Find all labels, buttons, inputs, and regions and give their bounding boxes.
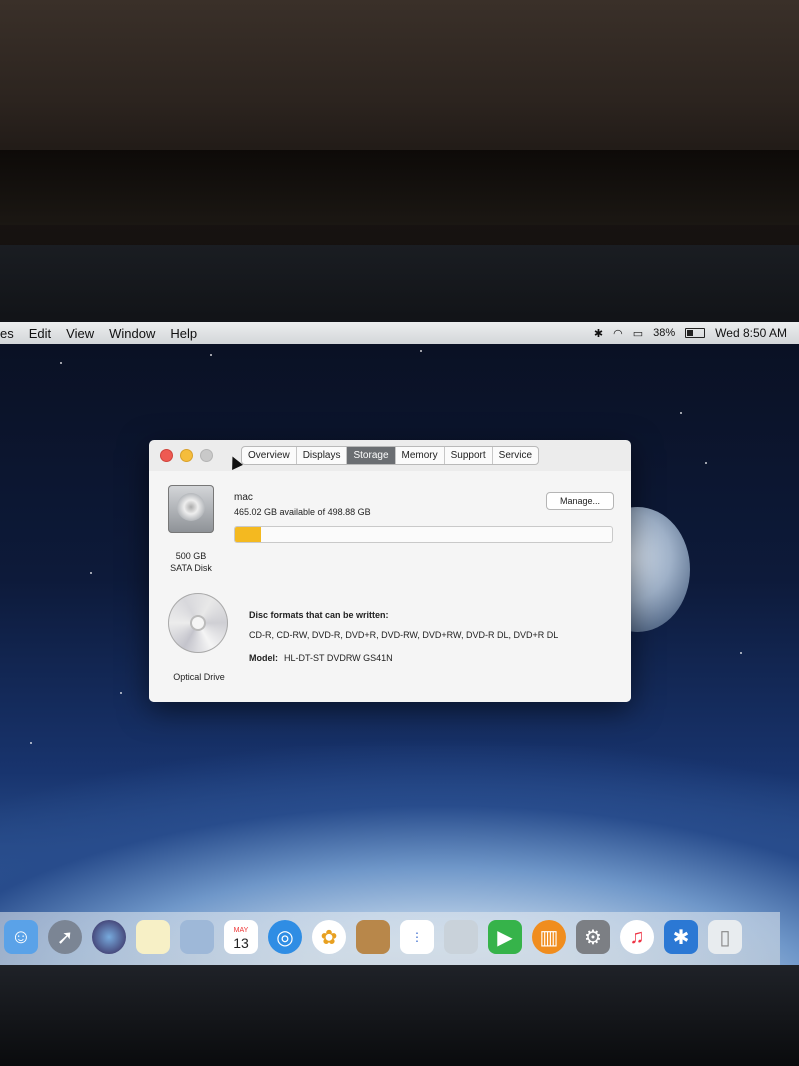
ibooks-icon[interactable]: ▥ — [532, 920, 566, 954]
close-button[interactable] — [160, 449, 173, 462]
storage-usage-fill — [235, 527, 262, 542]
star — [705, 462, 707, 464]
finder-icon[interactable]: ☺ — [4, 920, 38, 954]
top-bezel — [0, 245, 799, 325]
safari-icon[interactable]: ◎ — [268, 920, 302, 954]
tab-service[interactable]: Service — [491, 447, 538, 464]
menu-help[interactable]: Help — [170, 326, 197, 341]
image-capture-icon[interactable] — [444, 920, 478, 954]
chair-silhouette — [0, 150, 799, 225]
bottom-bezel — [0, 965, 799, 1066]
menu-view[interactable]: View — [66, 326, 94, 341]
optical-drive-label: Optical Drive — [173, 672, 225, 682]
tab-overview[interactable]: Overview — [242, 447, 296, 464]
photos-icon[interactable]: ✿ — [312, 920, 346, 954]
volume-name: mac — [234, 492, 253, 503]
trash-icon[interactable]: ▯ — [708, 920, 742, 954]
star — [30, 742, 32, 744]
zoom-button — [200, 449, 213, 462]
manage-button[interactable]: Manage... — [546, 492, 614, 510]
disk-type: SATA Disk — [170, 563, 212, 573]
storage-panel: 500 GB SATA Disk mac 465.02 GB available… — [149, 471, 631, 702]
star — [420, 350, 422, 352]
wifi-icon[interactable]: ◠ — [613, 327, 623, 340]
disk-capacity: 500 GB — [175, 551, 207, 561]
menu-window[interactable]: Window — [109, 326, 155, 341]
airplay-icon[interactable]: ▭ — [633, 327, 643, 340]
screen: es Edit View Window Help ✱ ◠ ▭ 38% Wed 8… — [0, 322, 799, 965]
model-line: Model: HL-DT-ST DVDRW GS41N — [249, 653, 393, 663]
star — [120, 692, 122, 694]
title-bar[interactable]: Overview Displays Storage Memory Support… — [149, 440, 631, 471]
reminders-icon[interactable]: ⋮ — [400, 920, 434, 954]
star — [60, 362, 62, 364]
bluetooth-icon[interactable]: ✱ — [664, 920, 698, 954]
disc-formats-heading: Disc formats that can be written: — [249, 610, 389, 620]
facetime-icon[interactable]: ▶ — [488, 920, 522, 954]
bluetooth-icon[interactable]: ✱ — [594, 327, 603, 340]
battery-percent[interactable]: 38% — [653, 327, 675, 339]
tab-bar: Overview Displays Storage Memory Support… — [241, 446, 540, 465]
minimize-button[interactable] — [180, 449, 193, 462]
hard-disk-icon — [168, 485, 214, 533]
tab-storage[interactable]: Storage — [346, 447, 395, 464]
menu-bar: es Edit View Window Help ✱ ◠ ▭ 38% Wed 8… — [0, 322, 799, 344]
star — [740, 652, 742, 654]
star — [90, 572, 92, 574]
system-preferences-icon[interactable]: ⚙ — [576, 920, 610, 954]
preview-icon[interactable] — [180, 920, 214, 954]
storage-usage-bar — [234, 526, 613, 543]
star — [210, 354, 212, 356]
contacts-icon[interactable] — [356, 920, 390, 954]
optical-disc-icon — [168, 593, 228, 653]
menu-app[interactable]: es — [0, 326, 14, 341]
tab-memory[interactable]: Memory — [394, 447, 444, 464]
disk-label: 500 GB SATA Disk — [159, 550, 223, 574]
menu-clock[interactable]: Wed 8:50 AM — [715, 326, 787, 340]
calendar-icon[interactable]: MAY 13 — [224, 920, 258, 954]
volume-available: 465.02 GB available of 498.88 GB — [234, 507, 371, 517]
tab-displays[interactable]: Displays — [295, 447, 347, 464]
siri-icon[interactable] — [92, 920, 126, 954]
about-this-mac-window: Overview Displays Storage Memory Support… — [149, 440, 631, 702]
menu-edit[interactable]: Edit — [29, 326, 51, 341]
calendar-day: 13 — [233, 935, 249, 951]
tab-support[interactable]: Support — [443, 447, 492, 464]
itunes-icon[interactable]: ♫ — [620, 920, 654, 954]
star — [680, 412, 682, 414]
dock: ☺ ➚ MAY 13 ◎ ✿ ⋮ ▶ ▥ ⚙ ♫ ✱ ▯ — [0, 912, 780, 965]
battery-icon[interactable] — [685, 328, 706, 338]
model-value: HL-DT-ST DVDRW GS41N — [284, 653, 393, 663]
model-label: Model: — [249, 653, 278, 663]
launchpad-icon[interactable]: ➚ — [48, 920, 82, 954]
disc-formats-list: CD-R, CD-RW, DVD-R, DVD+R, DVD-RW, DVD+R… — [249, 630, 559, 640]
notes-icon[interactable] — [136, 920, 170, 954]
